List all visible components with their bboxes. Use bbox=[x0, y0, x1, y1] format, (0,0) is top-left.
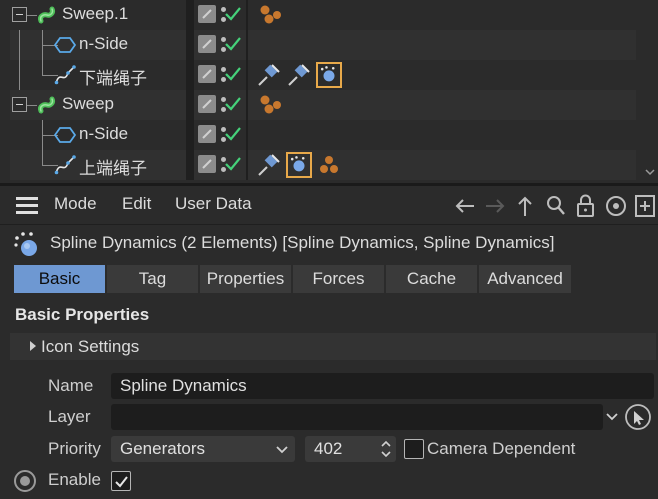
new-panel-icon[interactable] bbox=[632, 193, 658, 219]
stepper-arrows-icon[interactable] bbox=[380, 438, 392, 460]
layer-checkbox[interactable] bbox=[198, 65, 216, 83]
enabled-check-icon[interactable] bbox=[225, 125, 241, 143]
tab-advanced[interactable]: Advanced bbox=[479, 265, 571, 293]
scroll-down-icon[interactable] bbox=[644, 166, 656, 178]
spline-dynamics-tag-icon[interactable] bbox=[286, 152, 312, 178]
spline-object-icon bbox=[54, 155, 76, 175]
enabled-check-icon[interactable] bbox=[225, 65, 241, 83]
menu-mode[interactable]: Mode bbox=[54, 194, 97, 214]
pin-tag-icon[interactable] bbox=[256, 152, 282, 178]
menu-edit[interactable]: Edit bbox=[122, 194, 151, 214]
sphere-tag-icon[interactable] bbox=[316, 152, 342, 178]
layer-checkbox[interactable] bbox=[198, 125, 216, 143]
priority-select-value: Generators bbox=[120, 439, 206, 458]
object-row-nside[interactable]: n-Side bbox=[10, 120, 636, 150]
search-icon[interactable] bbox=[543, 193, 569, 219]
tab-tag[interactable]: Tag bbox=[107, 265, 200, 293]
forward-arrow-icon[interactable] bbox=[482, 193, 508, 219]
name-field[interactable]: Spline Dynamics bbox=[111, 373, 654, 399]
object-row-sweep[interactable]: Sweep bbox=[10, 90, 636, 120]
camera-dependent-label: Camera Dependent bbox=[427, 439, 576, 458]
camera-dependent-checkbox[interactable] bbox=[404, 439, 424, 459]
sweep-object-icon bbox=[38, 96, 55, 114]
layer-label: Layer bbox=[48, 407, 91, 426]
chevron-down-icon bbox=[276, 446, 288, 454]
target-icon[interactable] bbox=[603, 193, 629, 219]
lock-icon[interactable] bbox=[573, 193, 599, 219]
layer-checkbox[interactable] bbox=[198, 155, 216, 173]
object-name[interactable]: Sweep.1 bbox=[62, 4, 128, 24]
sphere-tag-icon[interactable] bbox=[256, 92, 282, 118]
checkmark-icon bbox=[115, 476, 128, 488]
object-row-sweep-1[interactable]: Sweep.1 bbox=[10, 0, 636, 30]
menu-user-data[interactable]: User Data bbox=[175, 194, 252, 214]
enabled-check-icon[interactable] bbox=[225, 5, 241, 23]
back-arrow-icon[interactable] bbox=[452, 193, 478, 219]
spline-dynamics-tag-icon bbox=[14, 232, 37, 256]
object-name[interactable]: 上端绳子 bbox=[79, 154, 147, 179]
pin-tag-icon[interactable] bbox=[256, 62, 282, 88]
up-arrow-icon[interactable] bbox=[512, 193, 538, 219]
object-row-upper-rope[interactable]: 上端绳子 bbox=[10, 150, 636, 180]
chevron-down-icon[interactable] bbox=[604, 407, 620, 427]
enabled-check-icon[interactable] bbox=[225, 35, 241, 53]
icon-settings-group[interactable]: Icon Settings bbox=[10, 333, 656, 360]
enable-label: Enable bbox=[48, 470, 101, 489]
enabled-check-icon[interactable] bbox=[225, 155, 241, 173]
tab-basic[interactable]: Basic bbox=[14, 265, 107, 293]
spline-object-icon bbox=[54, 65, 76, 85]
priority-number-value: 402 bbox=[314, 439, 343, 458]
enabled-check-icon[interactable] bbox=[225, 95, 241, 113]
layer-checkbox[interactable] bbox=[198, 5, 216, 23]
layer-checkbox[interactable] bbox=[198, 35, 216, 53]
object-name[interactable]: n-Side bbox=[79, 124, 128, 144]
priority-number-stepper[interactable]: 402 bbox=[305, 436, 396, 462]
name-label: Name bbox=[48, 376, 94, 395]
enable-checkbox[interactable] bbox=[111, 471, 131, 491]
section-title: Basic Properties bbox=[15, 305, 150, 324]
pick-cursor-icon[interactable] bbox=[624, 403, 652, 431]
tab-cache[interactable]: Cache bbox=[386, 265, 479, 293]
sweep-object-icon bbox=[38, 6, 55, 24]
enable-animate-toggle[interactable] bbox=[14, 470, 36, 492]
object-row-lower-rope[interactable]: 下端绳子 bbox=[10, 60, 636, 90]
layer-field[interactable] bbox=[111, 404, 603, 430]
tab-forces[interactable]: Forces bbox=[293, 265, 386, 293]
object-row-nside[interactable]: n-Side bbox=[10, 30, 636, 60]
sphere-tag-icon[interactable] bbox=[256, 2, 282, 28]
object-name[interactable]: 下端绳子 bbox=[79, 64, 147, 89]
object-name[interactable]: Sweep bbox=[62, 94, 114, 114]
group-label: Icon Settings bbox=[41, 337, 140, 356]
pin-tag-icon[interactable] bbox=[286, 62, 312, 88]
object-manager: Sweep.1 n-Side 下端绳子 Sweep n-Side 上端绳子 bbox=[0, 0, 658, 183]
nside-object-icon bbox=[54, 37, 76, 53]
tab-properties[interactable]: Properties bbox=[200, 265, 293, 293]
layer-checkbox[interactable] bbox=[198, 95, 216, 113]
object-name[interactable]: n-Side bbox=[79, 34, 128, 54]
expand-triangle-icon[interactable] bbox=[30, 341, 36, 351]
priority-label: Priority bbox=[48, 439, 101, 458]
priority-select[interactable]: Generators bbox=[111, 436, 295, 462]
collapse-toggle[interactable] bbox=[12, 7, 27, 22]
spline-dynamics-tag-icon[interactable] bbox=[316, 62, 342, 88]
hamburger-menu-icon[interactable] bbox=[16, 197, 40, 215]
nside-object-icon bbox=[54, 127, 76, 143]
collapse-toggle[interactable] bbox=[12, 97, 27, 112]
attribute-header-title: Spline Dynamics (2 Elements) [Spline Dyn… bbox=[50, 233, 555, 252]
object-manager-scrollbar[interactable] bbox=[644, 0, 656, 178]
